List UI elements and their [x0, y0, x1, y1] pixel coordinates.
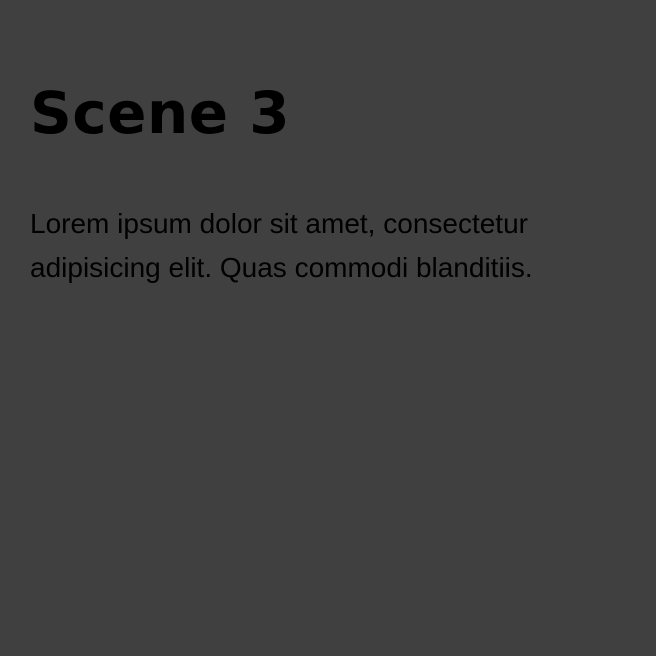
scene-description-line-1: Lorem ipsum dolor sit amet, consectetur — [30, 208, 528, 239]
scene-panel: Scene 3 Lorem ipsum dolor sit amet, cons… — [0, 0, 656, 656]
scene-title: Scene 3 — [30, 79, 291, 147]
scene-description: Lorem ipsum dolor sit amet, consectetur … — [30, 202, 630, 290]
scene-description-line-2: adipisicing elit. Quas commodi blanditii… — [30, 252, 533, 283]
